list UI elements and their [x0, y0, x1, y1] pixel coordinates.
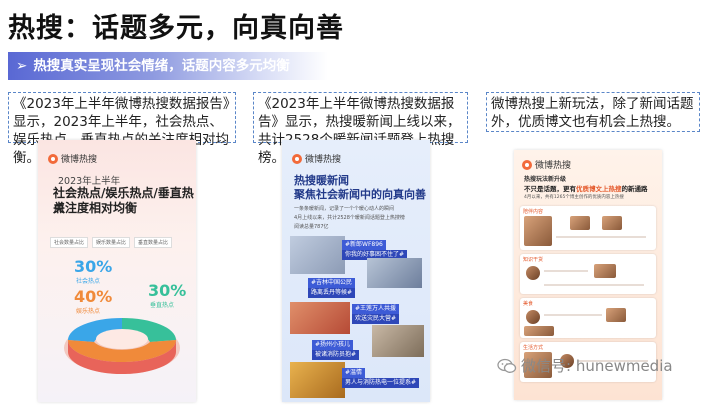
- panel2-desc-1: 一条条暖新闻，记录了一个个暖心动人的瞬间: [294, 206, 395, 212]
- stat-social-pct: 30%: [74, 257, 113, 276]
- news-tag-4a: #扬州小孩儿: [312, 340, 354, 350]
- panel2-desc-2: 4月上线以来，共计2528个暖新闻话题登上热搜榜: [294, 215, 405, 221]
- news-tag-5a: #温情: [342, 368, 366, 378]
- panel2-headline-1: 热搜暖新闻: [294, 174, 349, 187]
- callout-box-3: 微博热搜上新玩法，除了新闻话题外，优质博文也有机会上热搜。: [486, 92, 700, 132]
- legend-social: 社会数量占比: [50, 237, 89, 248]
- stat-vertical-pct: 30%: [148, 281, 187, 300]
- report-image-balance: 微博热搜 2023年上半年 社会热点/娱乐热点/垂直热点 关注度相对均衡 社会数…: [38, 140, 196, 402]
- callout-box-2: 《2023年上半年微博热搜数据报告》显示，热搜暖新闻上线以来，共计2528个暖新…: [253, 92, 468, 166]
- legend-ent: 娱乐数量占比: [92, 237, 131, 248]
- post-card-2: 知识干货: [520, 254, 656, 294]
- weibo-hot-logo: 微博热搜: [48, 152, 97, 165]
- watermark: 微信号: hunewmedia: [497, 355, 673, 376]
- news-tag-4b: 被诸消防员抱#: [312, 350, 360, 360]
- donut-chart-graphic: [64, 318, 180, 374]
- news-photo-3: [290, 302, 350, 334]
- panel3-subtitle: 热搜玩法新升级: [524, 176, 567, 183]
- page-title: 热搜：话题多元，向真向善: [8, 13, 344, 44]
- panel1-subtitle: 2023年上半年: [58, 176, 121, 187]
- weibo-hot-logo-2: 微博热搜: [292, 152, 341, 165]
- weibo-hot-logo-3: 微博热搜: [522, 158, 571, 171]
- news-tag-2a: #吉林中国公民: [308, 278, 356, 288]
- panel1-headline-2: 关注度相对均衡: [53, 201, 138, 215]
- news-tag-3a: #王莲万人共援: [352, 304, 400, 314]
- callout-box-1: 《2023年上半年微博热搜数据报告》显示，2023年上半年，社会热点、娱乐热点、…: [8, 92, 236, 166]
- post-card-3: 美食: [520, 298, 656, 338]
- legend-vertical: 垂直数量占比: [134, 237, 173, 248]
- post-card-1: 陪伴内容: [520, 206, 656, 250]
- news-photo-4: [372, 325, 424, 357]
- news-tag-2b: 路离丢丹等候#: [308, 288, 356, 298]
- panel3-desc: 4月以来，共有1265个博主创作的优质内容上热搜: [524, 195, 624, 200]
- weibo-logo-icon: [522, 159, 532, 170]
- weibo-logo-icon: [48, 153, 58, 164]
- news-tag-5b: 男人与消防热电一位提系#: [342, 378, 420, 388]
- news-photo-1: [290, 236, 345, 274]
- panel2-headline-2: 聚焦社会新闻中的向真向善: [294, 188, 426, 201]
- weibo-logo-icon: [292, 153, 302, 164]
- panel3-headline: 不只是话题，更有优质博文上热搜的新通路: [524, 185, 648, 193]
- news-photo-5: [290, 362, 345, 398]
- news-tag-1a: #新郎WF896: [342, 240, 386, 250]
- section-banner: ➢ 热搜真实呈现社会情绪，话题内容多元均衡: [8, 52, 328, 80]
- panel2-desc-3: 阅读总量787亿: [294, 224, 329, 230]
- chart-legend: 社会数量占比 娱乐数量占比 垂直数量占比: [50, 237, 173, 248]
- banner-text: 热搜真实呈现社会情绪，话题内容多元均衡: [33, 58, 290, 74]
- report-image-warm-news: 微博热搜 热搜暖新闻 聚焦社会新闻中的向真向善 一条条暖新闻，记录了一个个暖心动…: [282, 140, 430, 402]
- watermark-text: 微信号: hunewmedia: [521, 357, 673, 375]
- stat-social-label: 社会热点: [76, 278, 101, 285]
- arrow-icon: ➢: [16, 58, 28, 74]
- news-photo-2: [367, 258, 422, 288]
- wechat-icon: [497, 358, 517, 373]
- news-tag-3b: 欢送灾民大营#: [352, 314, 400, 324]
